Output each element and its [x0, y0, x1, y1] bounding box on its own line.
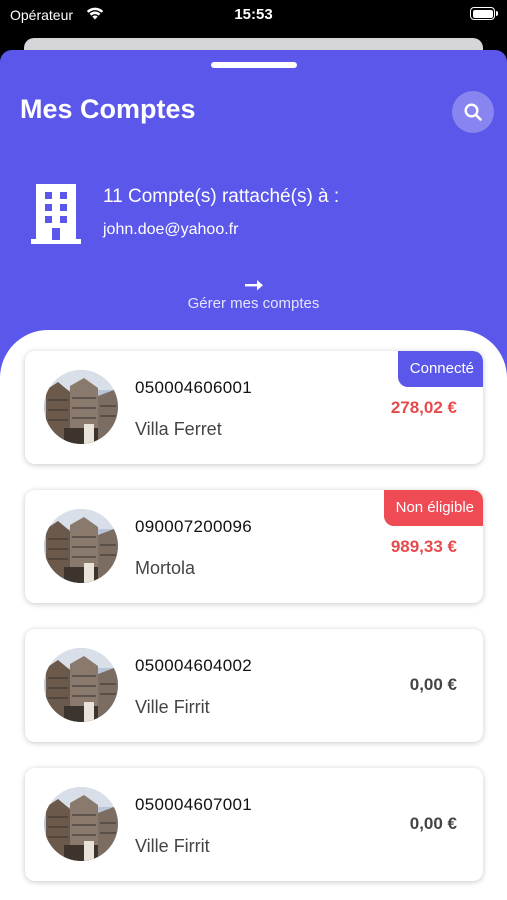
account-name: Villa Ferret [135, 419, 222, 439]
battery-icon [470, 7, 498, 20]
page-title: Mes Comptes [20, 94, 196, 124]
building-icon [31, 184, 81, 244]
accounts-sheet: Mes Comptes 11 Compte(s) rattaché(s) à :… [0, 50, 507, 900]
account-avatar [44, 648, 118, 722]
attached-accounts-label: 11 Compte(s) rattaché(s) à : [103, 186, 340, 207]
account-email: john.doe@yahoo.fr [103, 221, 239, 238]
account-name: Ville Firrit [135, 836, 210, 856]
arrow-right-icon[interactable] [244, 279, 264, 291]
search-icon [464, 103, 482, 121]
account-avatar [44, 370, 118, 444]
account-avatar [44, 509, 118, 583]
account-card[interactable]: 050004606001 Villa Ferret Connecté 278,0… [25, 351, 483, 464]
manage-accounts-link[interactable]: Gérer mes comptes [0, 295, 507, 312]
account-name: Ville Firrit [135, 697, 210, 717]
search-button[interactable] [452, 91, 494, 133]
account-balance: 989,33 € [390, 537, 457, 556]
account-number: 050004604002 [135, 656, 253, 675]
status-badge-connected: Connecté [397, 351, 483, 387]
account-card[interactable]: 050004607001 Ville Firrit 0,00 € [25, 768, 483, 881]
clock: 15:53 [234, 6, 273, 23]
account-avatar [44, 787, 118, 861]
account-number: 050004607001 [135, 795, 253, 814]
account-number: 050004606001 [135, 378, 253, 397]
account-card[interactable]: 090007200096 Mortola Non éligible 989,33… [25, 490, 483, 603]
sheet-grabber[interactable] [211, 62, 297, 68]
account-balance: 0,00 € [409, 814, 457, 833]
status-badge-ineligible: Non éligible [383, 490, 483, 526]
accounts-list: 050004606001 Villa Ferret Connecté 278,0… [0, 330, 507, 900]
account-balance: 278,02 € [390, 398, 457, 417]
account-name: Mortola [135, 558, 196, 578]
account-balance: 0,00 € [409, 675, 457, 694]
status-bar: Opérateur 15:53 [0, 0, 507, 30]
account-card[interactable]: 050004604002 Ville Firrit 0,00 € [25, 629, 483, 742]
account-number: 090007200096 [135, 517, 253, 536]
